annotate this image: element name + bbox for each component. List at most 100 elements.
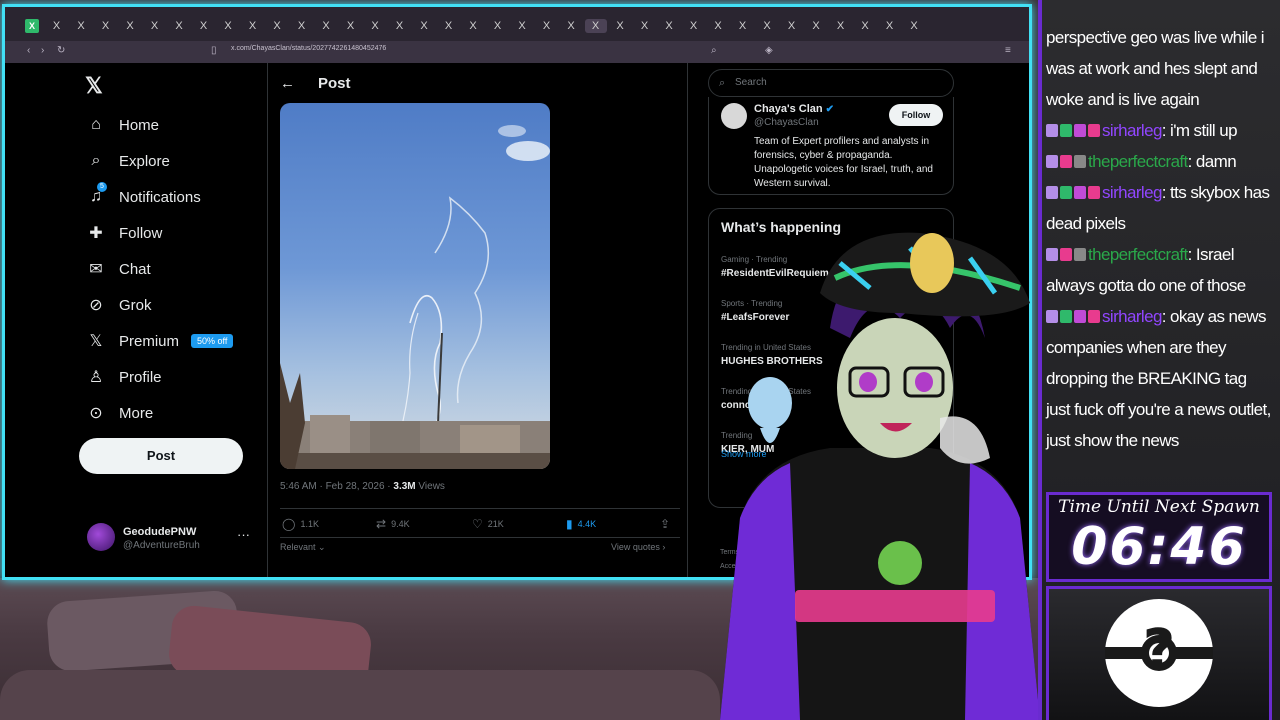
nav-item-label: More	[119, 404, 154, 422]
browser-tab[interactable]: X	[270, 19, 284, 33]
browser-tab[interactable]: X	[515, 19, 529, 33]
browser-tab[interactable]: X	[221, 19, 235, 33]
avatar	[87, 523, 115, 551]
back-nav-icon[interactable]: ‹	[27, 45, 30, 56]
browser-tab[interactable]: X	[711, 19, 725, 33]
forward-nav-icon[interactable]: ›	[41, 45, 44, 56]
chat-username[interactable]: theperfectcraft	[1088, 245, 1188, 264]
more-dots-icon[interactable]: ···	[237, 527, 250, 542]
browser-tab[interactable]: X	[466, 19, 480, 33]
nav-item-explore[interactable]: ⌕ Explore	[85, 148, 170, 174]
browser-tab[interactable]: X	[687, 19, 701, 33]
chat-badge-icon	[1046, 310, 1058, 323]
chat-text: : damn	[1187, 152, 1237, 171]
nav-item-more[interactable]: ⊙ More	[85, 400, 153, 426]
nav-item-notifications[interactable]: ♫ 5 Notifications	[85, 182, 201, 210]
shield-icon[interactable]: ◈	[765, 45, 773, 56]
browser-tab[interactable]: X	[540, 19, 554, 33]
browser-tab[interactable]: X	[50, 19, 64, 33]
account-switcher[interactable]: GeodudePNW @AdventureBruh ···	[87, 523, 257, 553]
repost-count: 9.4K	[391, 519, 410, 529]
browser-tab[interactable]: X	[662, 19, 676, 33]
browser-tab[interactable]: X	[564, 19, 578, 33]
browser-tab[interactable]: X	[907, 19, 921, 33]
post-actions: ◯ 1.1K ⇄ 9.4K ♡ 21K ▮ 4.4K ⇪	[280, 508, 680, 538]
bookmark-button[interactable]: ▮ 4.4K	[566, 517, 596, 531]
profile-card: Chaya's Clan ✔ @ChayasClan Follow Team of…	[708, 97, 954, 195]
browser-tab[interactable]: X	[584, 19, 607, 33]
browser-tab[interactable]: X	[883, 19, 897, 33]
post-media-image[interactable]	[280, 103, 550, 469]
browser-tab[interactable]: X	[295, 19, 309, 33]
browser-tab[interactable]: X	[25, 19, 39, 33]
browser-tab[interactable]: X	[148, 19, 162, 33]
search-input[interactable]: ⌕ Search	[708, 69, 954, 97]
browser-tab[interactable]: X	[834, 19, 848, 33]
browser-tab[interactable]: X	[613, 19, 627, 33]
browser-tab[interactable]: X	[491, 19, 505, 33]
repost-button[interactable]: ⇄ 9.4K	[376, 517, 410, 531]
browser-tab[interactable]: X	[809, 19, 823, 33]
card-name[interactable]: Chaya's Clan ✔	[754, 103, 834, 115]
mystery-pokeball-icon: ?	[1105, 599, 1213, 707]
bookmark-page-icon[interactable]: ▯	[211, 45, 217, 56]
browser-tab[interactable]: X	[368, 19, 382, 33]
x-logo-icon[interactable]: 𝕏	[85, 73, 103, 99]
browser-tab[interactable]: X	[172, 19, 186, 33]
browser-tab[interactable]: X	[319, 19, 333, 33]
page-title: Post	[318, 75, 351, 92]
browser-tab[interactable]: X	[760, 19, 774, 33]
chat-username[interactable]: theperfectcraft	[1088, 152, 1188, 171]
browser-tab[interactable]: X	[638, 19, 652, 33]
chat-username[interactable]: sirharleg	[1102, 307, 1162, 326]
browser-tab[interactable]: X	[785, 19, 799, 33]
sort-replies-dropdown[interactable]: Relevant ⌄	[280, 542, 326, 553]
chat-messages: perspective geo was live while i was at …	[1046, 22, 1274, 456]
person-icon: ♙	[88, 369, 104, 386]
nav-item-follow[interactable]: ✚ Follow	[85, 220, 162, 246]
menu-icon[interactable]: ≡	[1005, 45, 1011, 56]
browser-tab[interactable]: X	[197, 19, 211, 33]
browser-tab[interactable]: X	[99, 19, 113, 33]
card-avatar[interactable]	[721, 103, 747, 129]
back-arrow-icon[interactable]: ←	[280, 75, 295, 92]
reload-icon[interactable]: ↻	[57, 45, 65, 56]
chat-message: sirharleg: okay as news companies when a…	[1046, 301, 1274, 456]
browser-tab[interactable]: X	[74, 19, 88, 33]
zoom-icon[interactable]: ⌕	[711, 45, 717, 56]
browser-tab[interactable]: X	[858, 19, 872, 33]
follow-button[interactable]: Follow	[889, 104, 943, 126]
reply-count: 1.1K	[300, 519, 319, 529]
reply-button[interactable]: ◯ 1.1K	[282, 517, 319, 531]
chat-username[interactable]: sirharleg	[1102, 121, 1162, 140]
nav-item-profile[interactable]: ♙ Profile	[85, 364, 162, 390]
nav-item-chat[interactable]: ✉ Chat	[85, 256, 150, 282]
chat-badge-icon	[1074, 124, 1086, 137]
search-icon: ⌕	[91, 152, 101, 169]
nav-item-premium[interactable]: 𝕏 Premium 50% off	[85, 328, 234, 354]
address-bar[interactable]: x.com/ChayasClan/status/2027742261480452…	[231, 45, 386, 52]
browser-tab[interactable]: X	[417, 19, 431, 33]
premium-discount-badge: 50% off	[191, 334, 234, 348]
view-quotes-link[interactable]: View quotes ›	[611, 542, 665, 552]
nav-item-grok[interactable]: ⊘ Grok	[85, 292, 151, 318]
home-icon: ⌂	[91, 116, 101, 133]
bell-icon: ♫ 5	[85, 182, 107, 206]
chat-username[interactable]: sirharleg	[1102, 183, 1162, 202]
share-button[interactable]: ⇪	[660, 517, 675, 531]
browser-tab[interactable]: X	[344, 19, 358, 33]
chat-badge-icon	[1046, 186, 1058, 199]
view-quotes-label: View quotes	[611, 542, 660, 552]
chat-text: : i'm still up	[1161, 121, 1238, 140]
browser-tab[interactable]: X	[736, 19, 750, 33]
tab-strip: XXXXXXXXXXXXXXXXXXXXXXXXXXXXXXXXXXXXX	[5, 7, 1029, 41]
browser-tab[interactable]: X	[123, 19, 137, 33]
nav-item-home[interactable]: ⌂ Home	[85, 112, 159, 138]
post-button[interactable]: Post	[79, 438, 243, 474]
browser-tab[interactable]: X	[246, 19, 260, 33]
browser-tab[interactable]: X	[442, 19, 456, 33]
chat-badge-icon	[1088, 124, 1100, 137]
browser-tab[interactable]: X	[393, 19, 407, 33]
like-button[interactable]: ♡ 21K	[472, 517, 504, 531]
vtuber-avatar	[720, 232, 1040, 720]
